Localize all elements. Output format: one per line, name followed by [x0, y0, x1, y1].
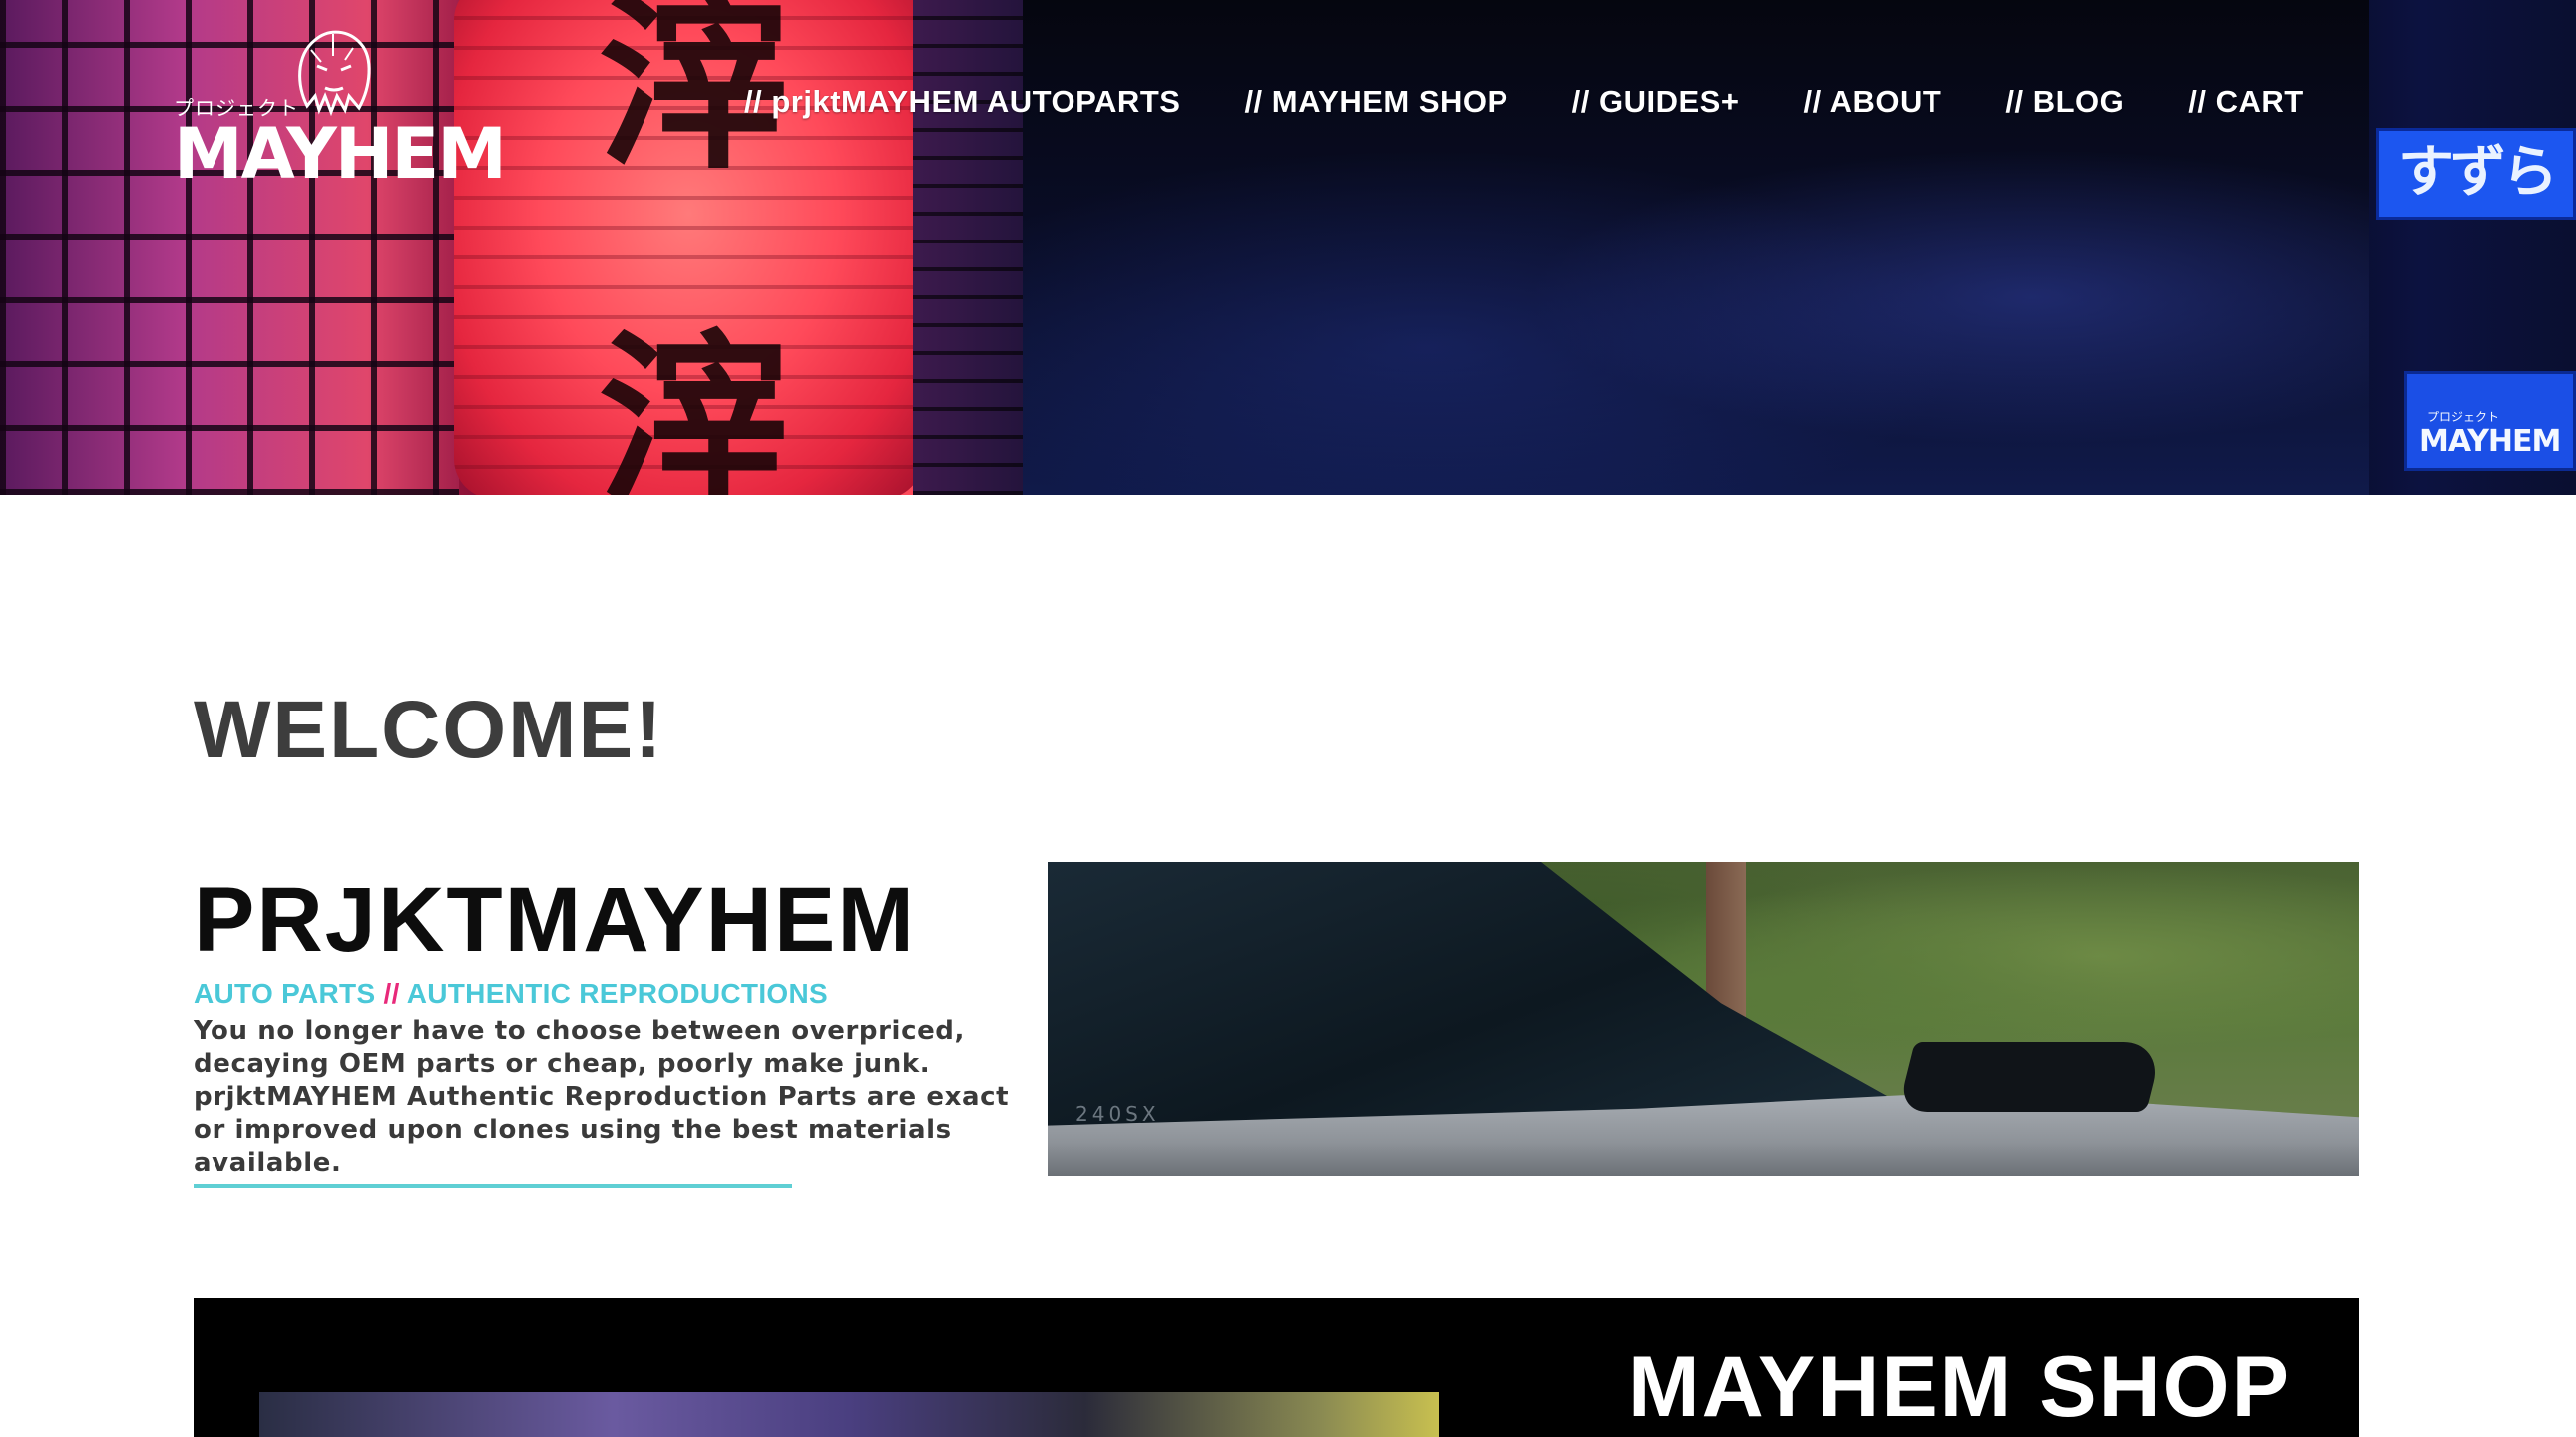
tagline-separator: // — [383, 978, 400, 1009]
section-divider — [194, 1184, 792, 1188]
tagline-authentic-reproductions: AUTHENTIC REPRODUCTIONS — [406, 978, 828, 1009]
nav-guides[interactable]: // GUIDES+ — [1572, 84, 1740, 120]
site-logo[interactable]: プロジェクト MAYHEM — [172, 26, 507, 194]
hero-mayhem-sign: プロジェクト MAYHEM — [2404, 371, 2576, 471]
logo-face-icon — [298, 30, 371, 117]
lantern-kanji-bottom: 滓 — [599, 311, 789, 495]
nav-about[interactable]: // ABOUT — [1803, 84, 1941, 120]
brand-title: PRJKTMAYHEM — [194, 869, 917, 971]
nav-cart[interactable]: // CART — [2188, 84, 2303, 120]
nav-autoparts[interactable]: // prjktMAYHEM AUTOPARTS — [744, 84, 1180, 120]
hero-neon-sign: すずらん — [2376, 128, 2576, 220]
welcome-heading: WELCOME! — [194, 685, 664, 775]
hero-street — [1023, 0, 2369, 495]
shop-engine-photo — [259, 1392, 1439, 1437]
car-photo-badge: 240SX — [1075, 1102, 1160, 1126]
main-nav: // prjktMAYHEM AUTOPARTS // MAYHEM SHOP … — [744, 84, 2304, 120]
hero-header: 滓 滓 すずらん プロジェクト MAYHEM プロジェクト MAYHEM // … — [0, 0, 2576, 495]
tagline-auto-parts: AUTO PARTS — [194, 978, 376, 1009]
hero-mayhem-sign-word: MAYHEM — [2419, 424, 2561, 459]
shop-title: MAYHEM SHOP — [1628, 1339, 2291, 1435]
hero-mayhem-sign-kana: プロジェクト — [2427, 410, 2500, 424]
nav-mayhem-shop[interactable]: // MAYHEM SHOP — [1244, 84, 1507, 120]
nav-blog[interactable]: // BLOG — [2005, 84, 2124, 120]
tagline: AUTO PARTS // AUTHENTIC REPRODUCTIONS — [194, 978, 828, 1010]
mayhem-shop-banner[interactable]: MAYHEM SHOP — [194, 1298, 2359, 1437]
logo-wordmark: MAYHEM — [174, 113, 507, 195]
car-photo: 240SX — [1048, 862, 2359, 1176]
car-photo-mirror — [1897, 1042, 2164, 1112]
hero-wall — [913, 0, 1023, 495]
intro-description: You no longer have to choose between ove… — [194, 1016, 1010, 1178]
